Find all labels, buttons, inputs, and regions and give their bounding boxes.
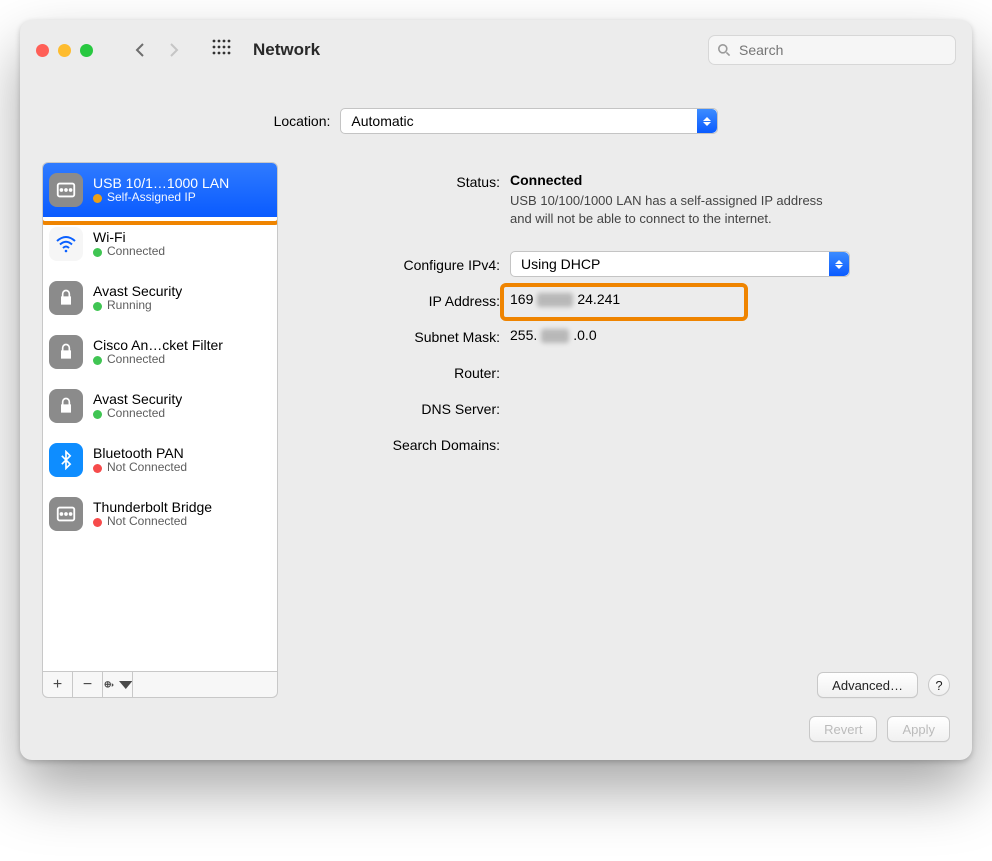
search-domains-value: [510, 435, 950, 453]
interface-item-bluetooth[interactable]: Bluetooth PAN Not Connected: [43, 433, 277, 487]
router-value: [510, 363, 950, 381]
interface-actions-button[interactable]: [103, 672, 133, 697]
interface-item-usb-lan[interactable]: USB 10/1…1000 LAN Self-Assigned IP: [43, 163, 277, 217]
location-value: Automatic: [351, 113, 413, 129]
show-all-icon[interactable]: [211, 38, 231, 63]
search-field-wrap: [708, 35, 956, 65]
ip-address-value-prefix: 169: [510, 291, 533, 307]
advanced-button[interactable]: Advanced…: [817, 672, 918, 698]
interface-item-cisco[interactable]: Cisco An…cket Filter Connected: [43, 325, 277, 379]
lock-icon: [49, 389, 83, 423]
interface-name: Cisco An…cket Filter: [93, 337, 223, 353]
minimize-window[interactable]: [58, 44, 71, 57]
subnet-mask-suffix: .0.0: [573, 327, 596, 343]
location-popup[interactable]: Automatic: [340, 108, 718, 134]
status-dot-icon: [93, 518, 102, 527]
interface-status: Connected: [107, 407, 165, 421]
status-dot-icon: [93, 356, 102, 365]
location-label: Location:: [274, 113, 331, 129]
revert-button[interactable]: Revert: [809, 716, 877, 742]
search-icon: [716, 42, 732, 58]
router-label: Router:: [300, 363, 500, 381]
status-dot-icon: [93, 464, 102, 473]
configure-ipv4-value: Using DHCP: [521, 256, 600, 272]
window-network-prefs: Network Location: Automatic: [20, 20, 972, 760]
ip-address-value-suffix: 24.241: [577, 291, 620, 307]
interface-item-avast-1[interactable]: Avast Security Running: [43, 271, 277, 325]
dns-server-label: DNS Server:: [300, 399, 500, 417]
interface-sidebar: USB 10/1…1000 LAN Self-Assigned IP Wi-Fi…: [42, 162, 278, 698]
interface-details: Status: Connected USB 10/100/1000 LAN ha…: [300, 162, 950, 698]
subnet-mask-label: Subnet Mask:: [300, 327, 500, 345]
status-label: Status:: [300, 172, 500, 243]
configure-ipv4-popup[interactable]: Using DHCP: [510, 251, 850, 277]
bluetooth-icon: [49, 443, 83, 477]
ethernet-icon: [49, 173, 83, 207]
back-button[interactable]: [123, 33, 157, 67]
zoom-window[interactable]: [80, 44, 93, 57]
wifi-icon: [49, 227, 83, 261]
interface-name: USB 10/1…1000 LAN: [93, 175, 229, 191]
redacted-segment: [537, 293, 573, 307]
lock-icon: [49, 335, 83, 369]
subnet-mask-prefix: 255.: [510, 327, 537, 343]
search-domains-label: Search Domains:: [300, 435, 500, 453]
window-title: Network: [253, 40, 320, 60]
window-toolbar: Network: [20, 20, 972, 80]
footer-buttons: Revert Apply: [42, 698, 950, 742]
interface-name: Wi-Fi: [93, 229, 165, 245]
interface-name: Bluetooth PAN: [93, 445, 187, 461]
ip-address-label: IP Address:: [300, 291, 500, 309]
interface-status: Running: [107, 299, 152, 313]
remove-interface-button[interactable]: −: [73, 672, 103, 697]
ethernet-icon: [49, 497, 83, 531]
close-window[interactable]: [36, 44, 49, 57]
interface-name: Thunderbolt Bridge: [93, 499, 212, 515]
status-dot-icon: [93, 410, 102, 419]
toolbar-nav: [123, 33, 191, 67]
traffic-lights: [36, 44, 93, 57]
interface-status: Self-Assigned IP: [107, 191, 196, 205]
location-row: Location: Automatic: [42, 108, 950, 134]
status-dot-icon: [93, 194, 102, 203]
forward-button[interactable]: [157, 33, 191, 67]
status-value: Connected: [510, 172, 582, 188]
interface-status: Not Connected: [107, 461, 187, 475]
add-interface-button[interactable]: +: [43, 672, 73, 697]
chevron-updown-icon: [829, 252, 849, 276]
configure-ipv4-label: Configure IPv4:: [300, 255, 500, 273]
interface-status: Not Connected: [107, 515, 187, 529]
interface-name: Avast Security: [93, 391, 182, 407]
status-dot-icon: [93, 302, 102, 311]
interface-status: Connected: [107, 245, 165, 259]
search-input[interactable]: [708, 35, 956, 65]
redacted-segment: [541, 329, 569, 343]
interface-item-thunderbolt[interactable]: Thunderbolt Bridge Not Connected: [43, 487, 277, 541]
interface-item-avast-2[interactable]: Avast Security Connected: [43, 379, 277, 433]
interface-item-wifi[interactable]: Wi-Fi Connected: [43, 217, 277, 271]
help-button[interactable]: ?: [928, 674, 950, 696]
apply-button[interactable]: Apply: [887, 716, 950, 742]
interface-name: Avast Security: [93, 283, 182, 299]
chevron-updown-icon: [697, 109, 717, 133]
dns-server-value: [510, 399, 950, 417]
status-description: USB 10/100/1000 LAN has a self-assigned …: [510, 192, 840, 227]
lock-icon: [49, 281, 83, 315]
interface-status: Connected: [107, 353, 165, 367]
sidebar-tools: + −: [42, 672, 278, 698]
interface-list[interactable]: USB 10/1…1000 LAN Self-Assigned IP Wi-Fi…: [42, 162, 278, 672]
status-dot-icon: [93, 248, 102, 257]
